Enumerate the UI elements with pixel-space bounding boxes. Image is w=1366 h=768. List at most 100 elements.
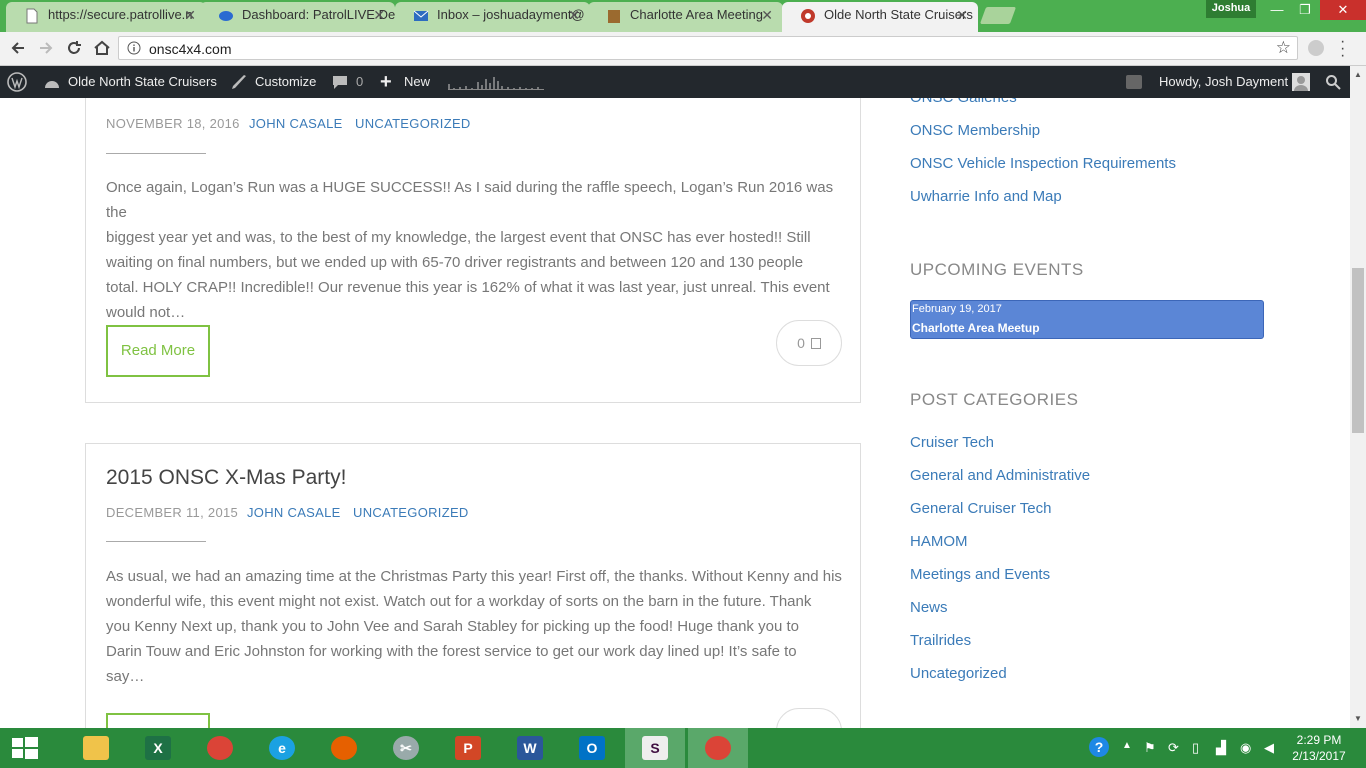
site-name-link[interactable]: Olde North State Cruisers bbox=[68, 66, 217, 98]
page-icon bbox=[26, 8, 38, 24]
post-author-link[interactable]: JOHN CASALE bbox=[249, 116, 343, 131]
chrome-icon bbox=[705, 736, 731, 760]
post-title-link[interactable]: 2015 ONSC X-Mas Party! bbox=[106, 466, 346, 490]
browser-toolbar: onsc4x4.com ☆ · · · bbox=[0, 32, 1366, 66]
vertical-scrollbar[interactable]: ▲ ▼ bbox=[1350, 66, 1366, 728]
divider bbox=[106, 153, 206, 154]
post-category-link[interactable]: UNCATEGORIZED bbox=[353, 505, 469, 520]
read-more-button[interactable]: Read More bbox=[106, 325, 210, 377]
clock-date: 2/13/2017 bbox=[1292, 749, 1346, 763]
post-categories-heading: POST CATEGORIES bbox=[910, 390, 1079, 409]
network-icon[interactable]: ◉ bbox=[1240, 740, 1251, 756]
sidebar-page-link[interactable]: Uwharrie Info and Map bbox=[910, 188, 1062, 205]
comments-count[interactable]: 0 bbox=[356, 66, 363, 98]
post-date: NOVEMBER 18, 2016 bbox=[106, 116, 240, 131]
sidebar-page-link[interactable]: ONSC Galleries bbox=[910, 98, 1017, 106]
back-icon[interactable] bbox=[8, 38, 28, 58]
flag-icon[interactable]: ⚑ bbox=[1144, 740, 1156, 756]
bookmark-star-icon[interactable]: ☆ bbox=[1276, 38, 1291, 58]
word-icon: W bbox=[517, 736, 543, 760]
category-link[interactable]: Uncategorized bbox=[910, 665, 1007, 682]
sidebar-page-link[interactable]: ONSC Vehicle Inspection Requirements bbox=[910, 155, 1176, 172]
reload-icon[interactable] bbox=[64, 38, 84, 58]
chrome-icon bbox=[207, 736, 233, 760]
maximize-icon[interactable]: ❐ bbox=[1290, 0, 1320, 20]
close-tab-icon[interactable]: ✕ bbox=[956, 2, 968, 28]
new-content-link[interactable]: New bbox=[404, 66, 430, 98]
category-link[interactable]: Meetings and Events bbox=[910, 566, 1050, 583]
post-author-link[interactable]: JOHN CASALE bbox=[247, 505, 341, 520]
forward-icon[interactable] bbox=[36, 38, 56, 58]
excerpt-line: waiting on final numbers, but we ended u… bbox=[106, 254, 804, 271]
category-link[interactable]: HAMOM bbox=[910, 533, 968, 550]
volume-icon[interactable]: ◀ bbox=[1264, 740, 1274, 756]
address-bar[interactable]: onsc4x4.com ☆ bbox=[118, 36, 1298, 60]
minimize-icon[interactable]: — bbox=[1262, 0, 1292, 20]
taskbar-firefox[interactable] bbox=[314, 728, 374, 768]
taskbar-outlook[interactable]: O bbox=[562, 728, 622, 768]
sync-icon[interactable]: ⟳ bbox=[1168, 740, 1179, 756]
close-tab-icon[interactable]: ✕ bbox=[184, 2, 196, 28]
event-item[interactable]: February 19, 2017 Charlotte Area Meetup bbox=[910, 300, 1264, 339]
close-tab-icon[interactable]: ✕ bbox=[761, 2, 773, 28]
taskbar-word[interactable]: W bbox=[500, 728, 560, 768]
help-icon[interactable]: ? bbox=[1089, 737, 1109, 757]
new-tab-button[interactable] bbox=[979, 7, 1017, 24]
taskbar-slack[interactable]: S bbox=[625, 728, 685, 768]
taskbar-excel[interactable]: X bbox=[128, 728, 188, 768]
taskbar-internet-explorer[interactable]: e bbox=[252, 728, 312, 768]
category-link[interactable]: General and Administrative bbox=[910, 467, 1090, 484]
post-excerpt: As usual, we had an amazing time at the … bbox=[106, 564, 846, 689]
scrollbar-thumb[interactable] bbox=[1352, 268, 1364, 433]
sidebar-page-link[interactable]: ONSC Membership bbox=[910, 122, 1040, 139]
excel-icon: X bbox=[145, 736, 171, 760]
browser-tab-active[interactable]: Olde North State Cruisers ✕ bbox=[782, 2, 978, 32]
scroll-down-icon[interactable]: ▼ bbox=[1354, 714, 1362, 723]
taskbar-chrome[interactable] bbox=[190, 728, 250, 768]
read-more-button[interactable] bbox=[106, 713, 210, 728]
taskbar-powerpoint[interactable]: P bbox=[438, 728, 498, 768]
scroll-up-icon[interactable]: ▲ bbox=[1354, 70, 1362, 79]
comments-count-button[interactable]: 0 bbox=[776, 320, 842, 366]
howdy-user-menu[interactable]: Howdy, Josh Dayment bbox=[1159, 66, 1288, 98]
taskbar-file-explorer[interactable] bbox=[66, 728, 126, 768]
event-date: February 19, 2017 bbox=[912, 303, 1002, 315]
home-icon[interactable] bbox=[92, 38, 112, 58]
close-tab-icon[interactable]: ✕ bbox=[373, 2, 385, 28]
profile-button[interactable]: Joshua bbox=[1206, 0, 1256, 18]
notifications-icon[interactable] bbox=[1126, 75, 1142, 89]
powerpoint-icon: P bbox=[455, 736, 481, 760]
post-category-link[interactable]: UNCATEGORIZED bbox=[355, 116, 471, 131]
browser-tab[interactable]: https://secure.patrollive.n ✕ bbox=[6, 2, 206, 32]
system-clock[interactable]: 2:29 PM 2/13/2017 bbox=[1286, 732, 1352, 764]
avatar[interactable] bbox=[1292, 73, 1310, 91]
menu-icon[interactable]: · · · bbox=[1340, 34, 1345, 64]
category-link[interactable]: News bbox=[910, 599, 948, 616]
category-link[interactable]: General Cruiser Tech bbox=[910, 500, 1051, 517]
comments-count-button[interactable] bbox=[776, 708, 842, 728]
category-link[interactable]: Trailrides bbox=[910, 632, 971, 649]
signal-icon[interactable]: ▟ bbox=[1216, 740, 1226, 756]
page-content: NOVEMBER 18, 2016 JOHN CASALE UNCATEGORI… bbox=[0, 98, 1350, 728]
close-tab-icon[interactable]: ✕ bbox=[568, 2, 580, 28]
wordpress-logo-icon[interactable] bbox=[7, 72, 27, 92]
start-button[interactable] bbox=[0, 728, 60, 768]
search-icon[interactable] bbox=[1325, 74, 1341, 90]
customize-link[interactable]: Customize bbox=[255, 66, 316, 98]
stats-sparkline-icon[interactable] bbox=[448, 76, 544, 90]
taskbar-snipping-tool[interactable]: ✂ bbox=[376, 728, 436, 768]
close-window-icon[interactable]: ✕ bbox=[1320, 0, 1366, 20]
tab-title: https://secure.patrollive.n bbox=[48, 7, 193, 22]
plus-icon: + bbox=[380, 71, 392, 93]
taskbar-chrome-window[interactable] bbox=[688, 728, 748, 768]
user-silhouette-icon bbox=[1294, 76, 1308, 91]
category-link[interactable]: Cruiser Tech bbox=[910, 434, 994, 451]
comment-icon bbox=[810, 338, 821, 349]
browser-tab[interactable]: Charlotte Area Meeting ✕ bbox=[588, 2, 783, 32]
browser-tab[interactable]: Inbox – joshuadayment@ ✕ bbox=[395, 2, 590, 32]
extension-icon[interactable] bbox=[1308, 40, 1324, 56]
show-hidden-icons-icon[interactable]: ▲ bbox=[1122, 740, 1132, 751]
battery-icon[interactable]: ▯ bbox=[1192, 740, 1199, 756]
browser-tab[interactable]: Dashboard: PatrolLIVE Dev ✕ bbox=[200, 2, 395, 32]
info-icon[interactable] bbox=[127, 41, 141, 55]
